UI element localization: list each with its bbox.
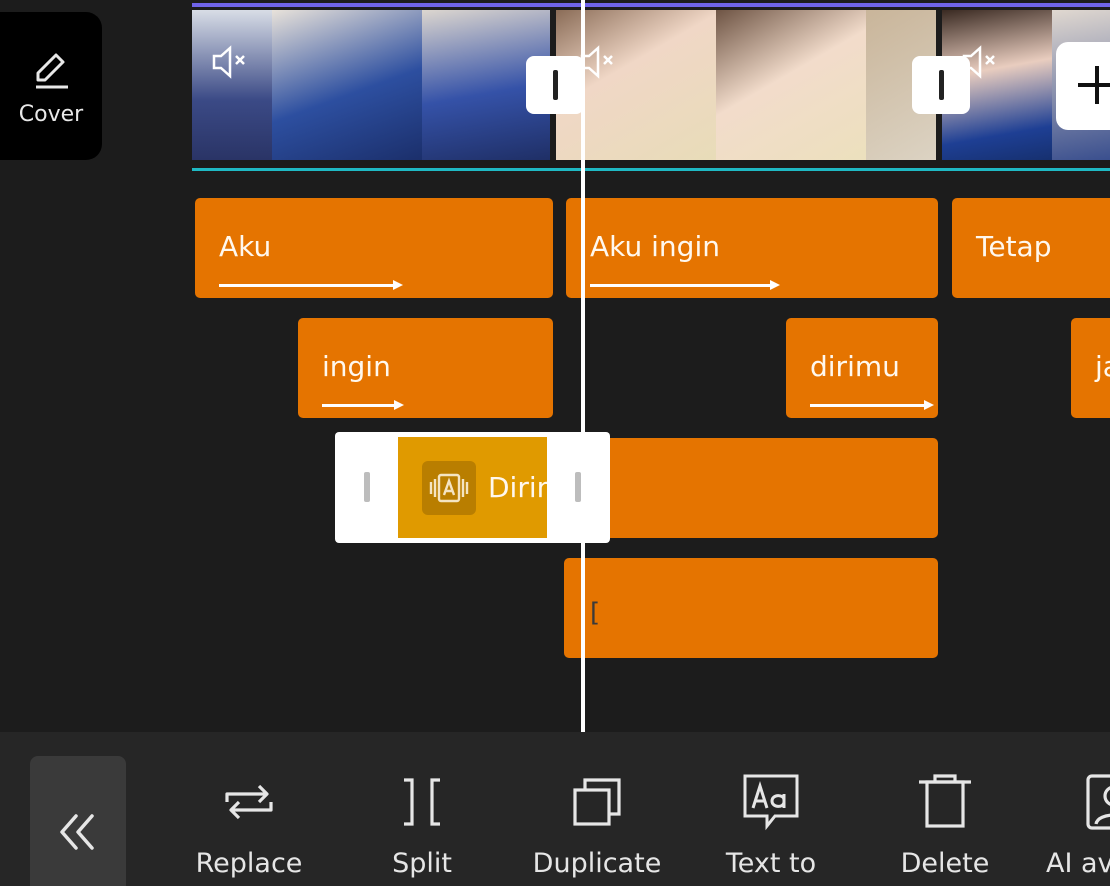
split-button[interactable]: Split (342, 772, 502, 879)
text-clip[interactable]: Aku (195, 198, 553, 298)
text-clip[interactable]: ingin (298, 318, 553, 418)
delete-button[interactable]: Delete (865, 772, 1025, 879)
ai-avatar-icon (1086, 774, 1110, 830)
text-clip-label: Aku ingin (590, 230, 720, 263)
animation-arrow-icon (810, 400, 934, 410)
trim-handle-left[interactable] (364, 472, 370, 502)
cover-button[interactable]: Cover (0, 12, 102, 160)
cover-label: Cover (18, 101, 84, 127)
text-to-speech-button[interactable]: Text to (691, 772, 851, 879)
text-clip[interactable]: Aku ingin (566, 198, 938, 298)
text-clip[interactable]: ja (1071, 318, 1110, 418)
text-clip-label: ingin (322, 350, 391, 383)
duplicate-label: Duplicate (532, 848, 662, 879)
replace-button[interactable]: Replace (169, 772, 329, 879)
text-to-speech-icon (743, 774, 799, 831)
text-clip[interactable] (564, 558, 938, 658)
transition-icon (938, 70, 944, 100)
bottom-toolbar: Replace Split Duplicate Text to Delete A… (0, 732, 1110, 886)
video-frame (716, 10, 866, 160)
split-label: Split (392, 848, 452, 879)
edit-pencil-icon (36, 53, 68, 88)
transition-icon (552, 70, 558, 100)
text-to-speech-label: Text to (725, 848, 817, 879)
video-track-bottom-border (192, 168, 1110, 171)
transition-button[interactable] (912, 56, 970, 114)
ai-avatar-label: AI av (1046, 848, 1110, 879)
video-clip-1[interactable] (192, 10, 550, 160)
text-animation-icon (422, 461, 476, 515)
text-clip[interactable]: dirimu (786, 318, 938, 418)
duplicate-icon (573, 778, 621, 826)
animation-arrow-icon (322, 400, 404, 410)
mute-icon[interactable] (210, 44, 250, 80)
text-clip-label: ja (1095, 350, 1110, 383)
replace-label: Replace (195, 848, 303, 879)
delete-label: Delete (900, 848, 990, 879)
video-frame (192, 10, 272, 160)
back-button[interactable] (30, 756, 126, 886)
duplicate-button[interactable]: Duplicate (517, 772, 677, 879)
video-clip-2[interactable] (556, 10, 936, 160)
selected-clip-label: Dirimu (488, 471, 547, 504)
split-icon (404, 778, 440, 826)
replace-icon (225, 784, 273, 820)
plus-icon (1078, 66, 1110, 104)
text-clip-label: Aku (219, 230, 272, 263)
double-chevron-left-icon (60, 814, 94, 850)
playhead[interactable] (581, 0, 585, 732)
text-clip[interactable]: Tetap (952, 198, 1110, 298)
ai-avatar-button[interactable]: AI av (1040, 772, 1110, 879)
text-clip-label: Tetap (976, 230, 1052, 263)
transition-button[interactable] (526, 56, 584, 114)
add-clip-button[interactable] (1056, 42, 1110, 130)
clip-caret: [ (590, 598, 601, 628)
selected-text-clip[interactable]: Dirimu (398, 437, 547, 538)
video-frame (272, 10, 422, 160)
animation-arrow-icon (590, 280, 780, 290)
delete-icon (919, 774, 971, 828)
animation-arrow-icon (219, 280, 403, 290)
video-track-top-border (192, 3, 1110, 7)
text-clip[interactable] (566, 438, 938, 538)
text-clip-label: dirimu (810, 350, 900, 383)
